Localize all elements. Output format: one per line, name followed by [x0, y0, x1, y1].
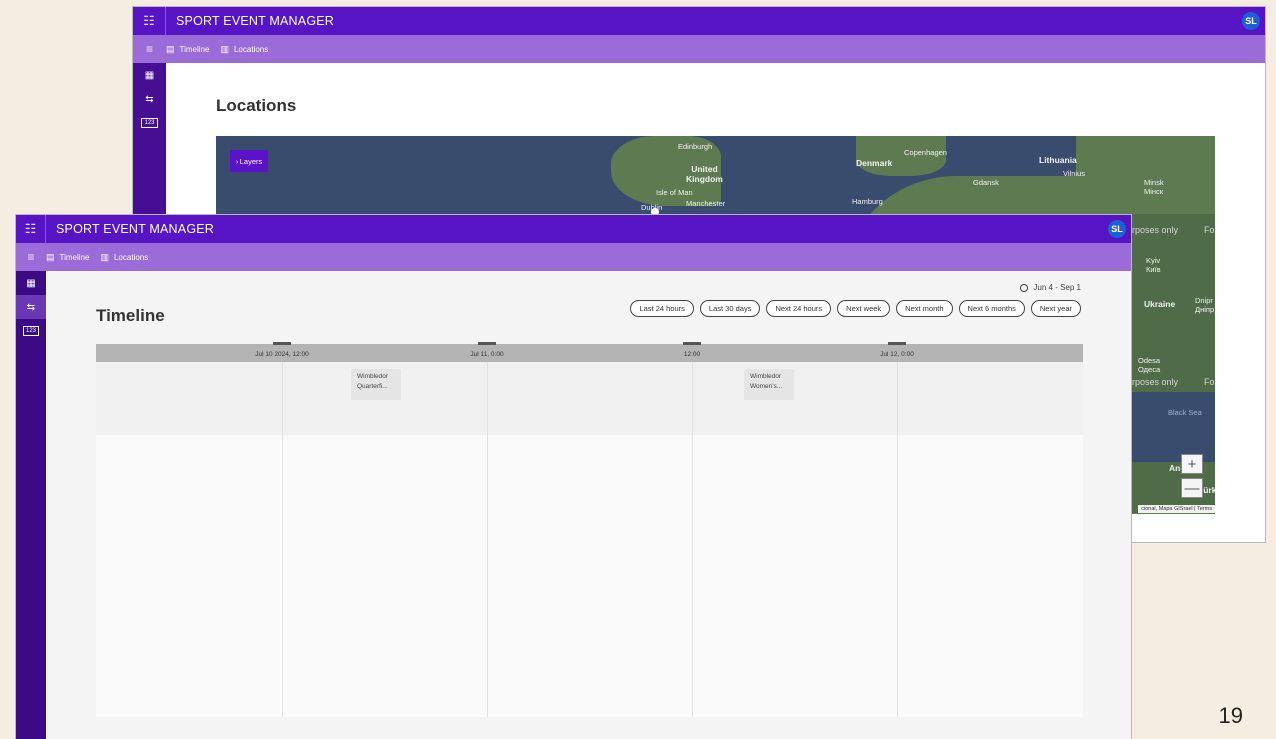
date-range[interactable]: Jun 4 - Sep 1 [1020, 283, 1081, 292]
grid-line [692, 362, 693, 717]
hamburger-icon[interactable]: ≡ [16, 250, 46, 264]
axis-tick-label: Jul 11, 0:00 [470, 351, 504, 358]
time-axis[interactable]: Jul 10 2024, 12:00 Jul 11, 0:00 12:00 Ju… [96, 342, 1083, 362]
axis-tick-mark [478, 342, 496, 345]
layers-button[interactable]: › Layers [230, 150, 268, 172]
nav-bar: ≡ ▤ Timeline ▥ Locations [133, 35, 1265, 63]
quick-range-buttons: Last 24 hours Last 30 days Next 24 hours… [630, 300, 1081, 317]
main-content: Jun 4 - Sep 1 Timeline Last 24 hours Las… [46, 271, 1131, 739]
event-title-line1: Wimbledor [357, 373, 389, 380]
map-icon: ▥ [100, 251, 109, 262]
grid-line [282, 362, 283, 717]
timeline-chart[interactable]: Jul 10 2024, 12:00 Jul 11, 0:00 12:00 Ju… [96, 342, 1083, 717]
grid-icon[interactable]: ▦ [133, 63, 166, 87]
app-title: SPORT EVENT MANAGER [176, 14, 335, 28]
label-minsk: Minsk Мінск [1144, 178, 1164, 196]
label-denmark: Denmark [856, 158, 893, 168]
event-title-line1: Wimbledor [750, 373, 782, 380]
date-range-text: Jun 4 - Sep 1 [1033, 283, 1081, 292]
page-title: Locations [216, 96, 297, 115]
title-bar: ☷ SPORT EVENT MANAGER SL [133, 7, 1265, 35]
map-watermark-fo: Fo [1204, 225, 1215, 235]
label-dnipro: Dnipr Дніпр [1195, 296, 1215, 314]
timeline-event[interactable]: Wimbledor Quarterfi... [351, 369, 401, 400]
timeline-icon: ▤ [46, 251, 55, 262]
number-icon[interactable]: 123 [16, 319, 46, 343]
nav-locations-label: Locations [233, 44, 269, 54]
map-watermark-2: rposes only [1132, 377, 1179, 387]
black-sea-area [1132, 392, 1215, 462]
last-24-hours-button[interactable]: Last 24 hours [630, 300, 694, 317]
nav-timeline-link[interactable]: ▤ Timeline [46, 252, 89, 263]
grid-icon[interactable]: ▦ [16, 271, 46, 295]
avatar[interactable]: SL [1242, 12, 1260, 30]
page-title: Timeline [96, 306, 165, 325]
timeline-icon: ▤ [166, 43, 175, 54]
label-isle-of-man: Isle of Man [656, 188, 693, 197]
axis-tick-mark [683, 342, 701, 345]
nav-timeline-label: Timeline [179, 44, 210, 54]
app-title: SPORT EVENT MANAGER [56, 222, 215, 236]
nav-bar: ≡ ▤ Timeline ▥ Locations [16, 243, 1131, 271]
last-30-days-button[interactable]: Last 30 days [699, 300, 761, 317]
title-bar: ☷ SPORT EVENT MANAGER SL [16, 215, 1131, 243]
label-gdansk: Gdansk [973, 178, 999, 187]
label-kyiv: Kyiv Київ [1146, 256, 1161, 274]
map-attribution[interactable]: cional, Mapa GISrael | Terms [1138, 505, 1215, 513]
axis-tick-label: Jul 10 2024, 12:00 [255, 351, 309, 358]
label-black-sea: Black Sea [1168, 408, 1202, 417]
map-watermark-fo-2: Fo [1204, 377, 1215, 387]
nav-locations-link[interactable]: ▥ Locations [220, 44, 268, 55]
app-launcher-icon[interactable]: ☷ [133, 7, 166, 35]
label-odesa: Odesa Одеса [1138, 356, 1161, 374]
label-united-kingdom: United Kingdom [686, 164, 723, 184]
next-year-button[interactable]: Next year [1030, 300, 1081, 317]
nav-timeline-label: Timeline [59, 252, 90, 262]
label-ukraine: Ukraine [1144, 299, 1176, 309]
map-visible-strip: rposes only Fo Kyiv Київ Ukraine Dnipr Д… [1132, 214, 1215, 513]
app-launcher-icon[interactable]: ☷ [16, 215, 46, 243]
hamburger-icon[interactable]: ≡ [133, 42, 166, 56]
label-copenhagen: Copenhagen [904, 148, 947, 157]
timeline-icon[interactable]: ⇆ [133, 87, 166, 111]
label-hamburg: Hamburg [852, 197, 883, 206]
timeline-icon[interactable]: ⇆ [16, 295, 46, 319]
axis-tick-label: Jul 12, 0:00 [880, 351, 914, 358]
map-icon: ▥ [220, 43, 229, 54]
axis-tick-mark [888, 342, 906, 345]
timeline-window: ☷ SPORT EVENT MANAGER SL ≡ ▤ Timeline ▥ Lo… [15, 214, 1132, 739]
nav-locations-link[interactable]: ▥ Locations [100, 252, 148, 263]
nav-locations-label: Locations [113, 252, 149, 262]
side-nav: ▦ ⇆ 123 [16, 271, 46, 739]
next-month-button[interactable]: Next month [896, 300, 953, 317]
grid-line [897, 362, 898, 717]
label-edinburgh: Edinburgh [678, 142, 713, 151]
timeline-event[interactable]: Wimbledor Women's... [744, 369, 794, 400]
label-lithuania: Lithuania [1039, 155, 1077, 165]
event-title-line2: Women's... [750, 383, 783, 390]
nav-timeline-link[interactable]: ▤ Timeline [166, 44, 209, 55]
slide-page-number: 19 [1218, 703, 1243, 728]
next-week-button[interactable]: Next week [837, 300, 891, 317]
grid-line [487, 362, 488, 717]
number-icon[interactable]: 123 [133, 111, 166, 135]
map-watermark: rposes only [1132, 225, 1179, 235]
zoom-out-button[interactable]: — [1181, 478, 1203, 498]
clock-icon [1020, 283, 1029, 292]
axis-tick-label: 12:00 [683, 351, 701, 358]
axis-tick-mark [273, 342, 291, 345]
avatar[interactable]: SL [1108, 220, 1126, 238]
next-24-hours-button[interactable]: Next 24 hours [766, 300, 832, 317]
label-manchester: Manchester [686, 199, 726, 208]
event-title-line2: Quarterfi... [357, 383, 388, 390]
zoom-in-button[interactable]: + [1181, 454, 1203, 474]
label-vilnius: Vilnius [1063, 169, 1085, 178]
next-6-months-button[interactable]: Next 6 months [958, 300, 1025, 317]
timeline-row [96, 362, 1083, 435]
